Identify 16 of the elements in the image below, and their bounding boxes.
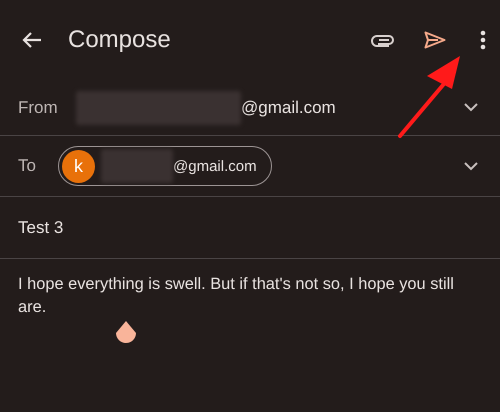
paperclip-icon [370,33,394,47]
send-icon [424,31,446,49]
from-email: @gmail.com [241,98,336,118]
more-icon [480,30,486,50]
window-title: Compose [68,26,172,54]
body-text[interactable]: I hope everything is swell. But if that's not so, I hope you still are. [18,273,480,319]
avatar: k [62,150,95,182]
from-label: From [18,98,59,118]
back-arrow-icon [22,31,42,49]
recipient-chip[interactable]: k @gmail.com [58,146,272,186]
chevron-down-icon [464,162,478,170]
chevron-down-icon [464,103,478,112]
subject-field[interactable]: Test 3 [18,218,64,238]
recipient-email: @gmail.com [173,158,257,174]
to-label: To [18,156,37,176]
text-cursor-handle-icon[interactable] [114,320,138,346]
